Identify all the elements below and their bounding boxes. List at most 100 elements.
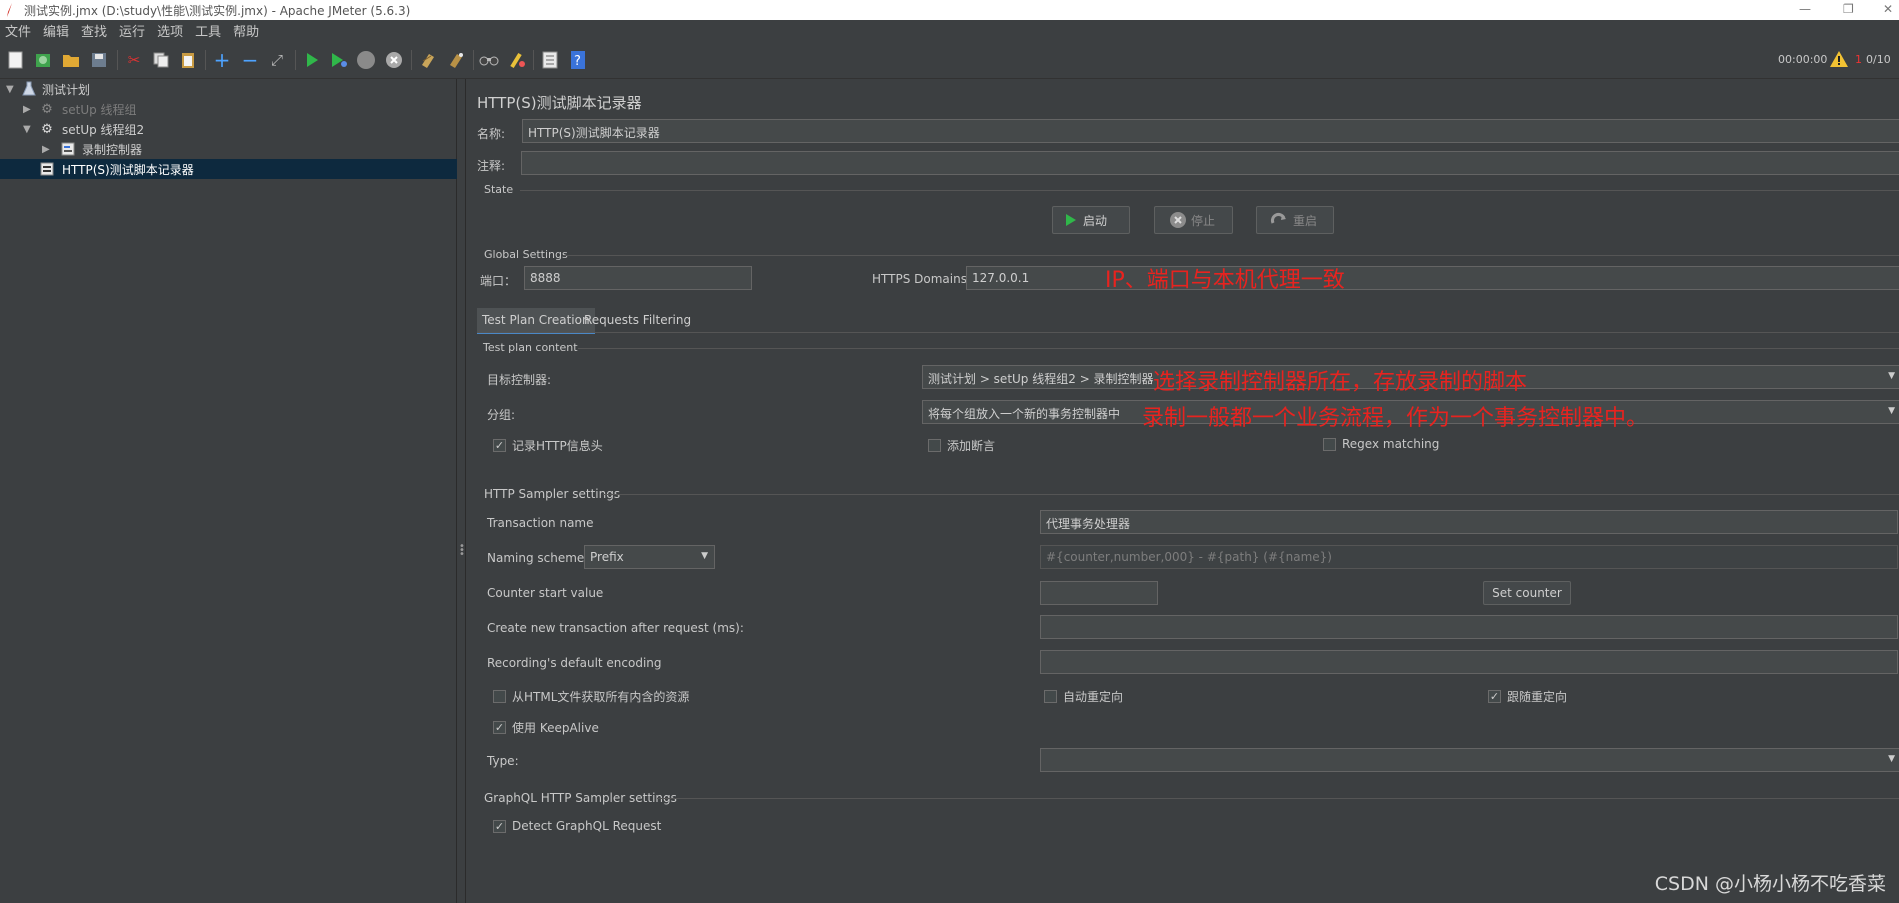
counter-start-field[interactable] [1040,581,1158,605]
minimize-button[interactable]: — [1799,2,1811,16]
recorder-icon [39,161,55,177]
menu-edit[interactable]: 编辑 [43,21,69,40]
default-encoding-field[interactable] [1040,650,1898,674]
start-no-pause-icon[interactable] [329,50,349,70]
cut-icon[interactable]: ✂ [124,50,144,70]
toolbar-divider [533,50,534,70]
menu-help[interactable]: 帮助 [233,21,259,40]
expand-icon[interactable]: + [212,50,232,70]
name-field[interactable]: HTTP(S)测试脚本记录器 [522,119,1899,143]
stop-icon[interactable] [356,50,376,70]
menu-file[interactable]: 文件 [5,21,31,40]
page-title: HTTP(S)测试脚本记录器 [477,94,642,112]
naming-scheme-label: Naming scheme [487,551,585,565]
expand-arrow-icon[interactable]: ▶ [42,144,50,155]
help-icon[interactable]: ? [568,50,588,70]
start-button[interactable]: 启动 [1052,206,1130,234]
retrieve-resources-checkbox[interactable]: 从HTML文件获取所有内含的资源 [493,688,689,705]
controller-icon [60,141,76,157]
test-tree: ▼ 测试计划 ▶ ⚙ setUp 线程组 ▼ ⚙ setUp 线程组2 ▶ 录制… [0,79,457,903]
tree-item-recording-controller[interactable]: ▶ 录制控制器 [0,139,457,159]
collapse-icon[interactable]: − [240,50,260,70]
warning-count: 1 [1855,53,1862,66]
regex-matching-checkbox[interactable]: Regex matching [1323,437,1439,451]
checkbox-icon: ✓ [493,721,506,734]
flask-icon [21,81,37,97]
tab-test-plan-creation[interactable]: Test Plan Creation [477,308,595,334]
transaction-name-field[interactable]: 代理事务处理器 [1040,510,1898,534]
follow-redirect-checkbox[interactable]: ✓ 跟随重定向 [1488,688,1567,705]
start-icon[interactable] [302,50,322,70]
menu-tools[interactable]: 工具 [195,21,221,40]
toggle-icon[interactable]: ⤢ [267,50,287,70]
tree-item-setup-thread-group-2[interactable]: ▼ ⚙ setUp 线程组2 [0,119,457,139]
checkbox-icon [1044,690,1057,703]
tree-item-test-plan[interactable]: ▼ 测试计划 [0,79,457,99]
stop-button[interactable]: 停止 [1154,206,1233,234]
warning-icon[interactable] [1829,49,1849,69]
clear-icon[interactable] [418,50,438,70]
split-pane-divider[interactable]: • • • [457,79,466,903]
sampler-settings-label: HTTP Sampler settings [484,487,621,501]
new-icon[interactable] [6,50,26,70]
checkbox-icon: ✓ [493,819,506,833]
keepalive-checkbox[interactable]: ✓ 使用 KeepAlive [493,719,599,736]
set-counter-button[interactable]: Set counter [1483,581,1571,605]
toolbar-divider [473,50,474,70]
menu-search[interactable]: 查找 [81,21,107,40]
detect-graphql-checkbox[interactable]: ✓ Detect GraphQL Request [493,819,661,833]
function-helper-icon[interactable] [540,50,560,70]
port-field[interactable]: 8888 [524,266,752,290]
new-transaction-field[interactable] [1040,615,1898,639]
tree-item-setup-thread-group-1[interactable]: ▶ ⚙ setUp 线程组 [0,99,457,119]
add-assertion-checkbox[interactable]: 添加断言 [928,437,995,454]
chevron-down-icon: ▼ [1888,371,1895,381]
auto-redirect-checkbox[interactable]: 自动重定向 [1044,688,1123,705]
paste-icon[interactable] [178,50,198,70]
copy-icon[interactable] [151,50,171,70]
checkbox-icon: ✓ [1488,690,1501,703]
state-label: State [484,183,514,196]
restore-button[interactable]: ❐ [1843,2,1854,16]
ip-port-annotation: IP、端口与本机代理一致 [1105,268,1345,293]
reset-search-icon[interactable] [507,50,527,70]
menu-run[interactable]: 运行 [119,21,145,40]
https-domains-label: HTTPS Domains: [872,272,971,286]
toolbar-divider [117,50,118,70]
collapse-arrow-icon[interactable]: ▼ [23,124,31,135]
clear-all-icon[interactable] [446,50,466,70]
checkbox-icon [1323,437,1336,451]
drag-grip-icon[interactable]: • • • [459,542,465,560]
grouping-annotation: 录制一般都一个业务流程，作为一个事务控制器中。 [1142,406,1649,431]
naming-format-field[interactable]: #{counter,number,000} - #{path} (#{name}… [1040,545,1898,569]
tab-requests-filtering[interactable]: Requests Filtering [579,308,696,332]
search-binoculars-icon[interactable] [479,50,499,70]
restart-icon [1270,212,1286,224]
close-button[interactable]: ✕ [1883,2,1893,16]
record-headers-checkbox[interactable]: ✓ 记录HTTP信息头 [493,437,603,454]
state-separator [520,190,1899,191]
global-settings-separator [564,255,1899,256]
collapse-arrow-icon[interactable]: ▼ [6,84,14,95]
menu-options[interactable]: 选项 [157,21,183,40]
csdn-watermark: CSDN @小杨小杨不吃香菜 [1654,873,1886,895]
shutdown-icon[interactable] [384,50,404,70]
tree-item-http-recorder[interactable]: HTTP(S)测试脚本记录器 [0,159,457,179]
naming-scheme-select[interactable]: Prefix ▼ [584,545,715,569]
save-icon[interactable] [89,50,109,70]
play-icon [1066,214,1076,226]
templates-icon[interactable] [33,50,53,70]
open-icon[interactable] [61,50,81,70]
target-annotation: 选择录制控制器所在，存放录制的脚本 [1153,370,1528,395]
type-select[interactable]: ▼ [1040,748,1899,772]
transaction-name-label: Transaction name [487,516,594,530]
target-controller-label: 目标控制器: [487,373,552,387]
recorder-panel: HTTP(S)测试脚本记录器 名称: HTTP(S)测试脚本记录器 注释: St… [466,79,1899,903]
comment-label: 注释: [477,159,506,173]
name-label: 名称: [477,127,506,141]
window-title: 测试实例.jmx (D:\study\性能\测试实例.jmx) - Apache… [24,3,411,18]
gear-icon: ⚙ [41,101,53,117]
restart-button[interactable]: 重启 [1256,206,1334,234]
expand-arrow-icon[interactable]: ▶ [23,104,31,115]
comment-field[interactable] [521,151,1899,175]
